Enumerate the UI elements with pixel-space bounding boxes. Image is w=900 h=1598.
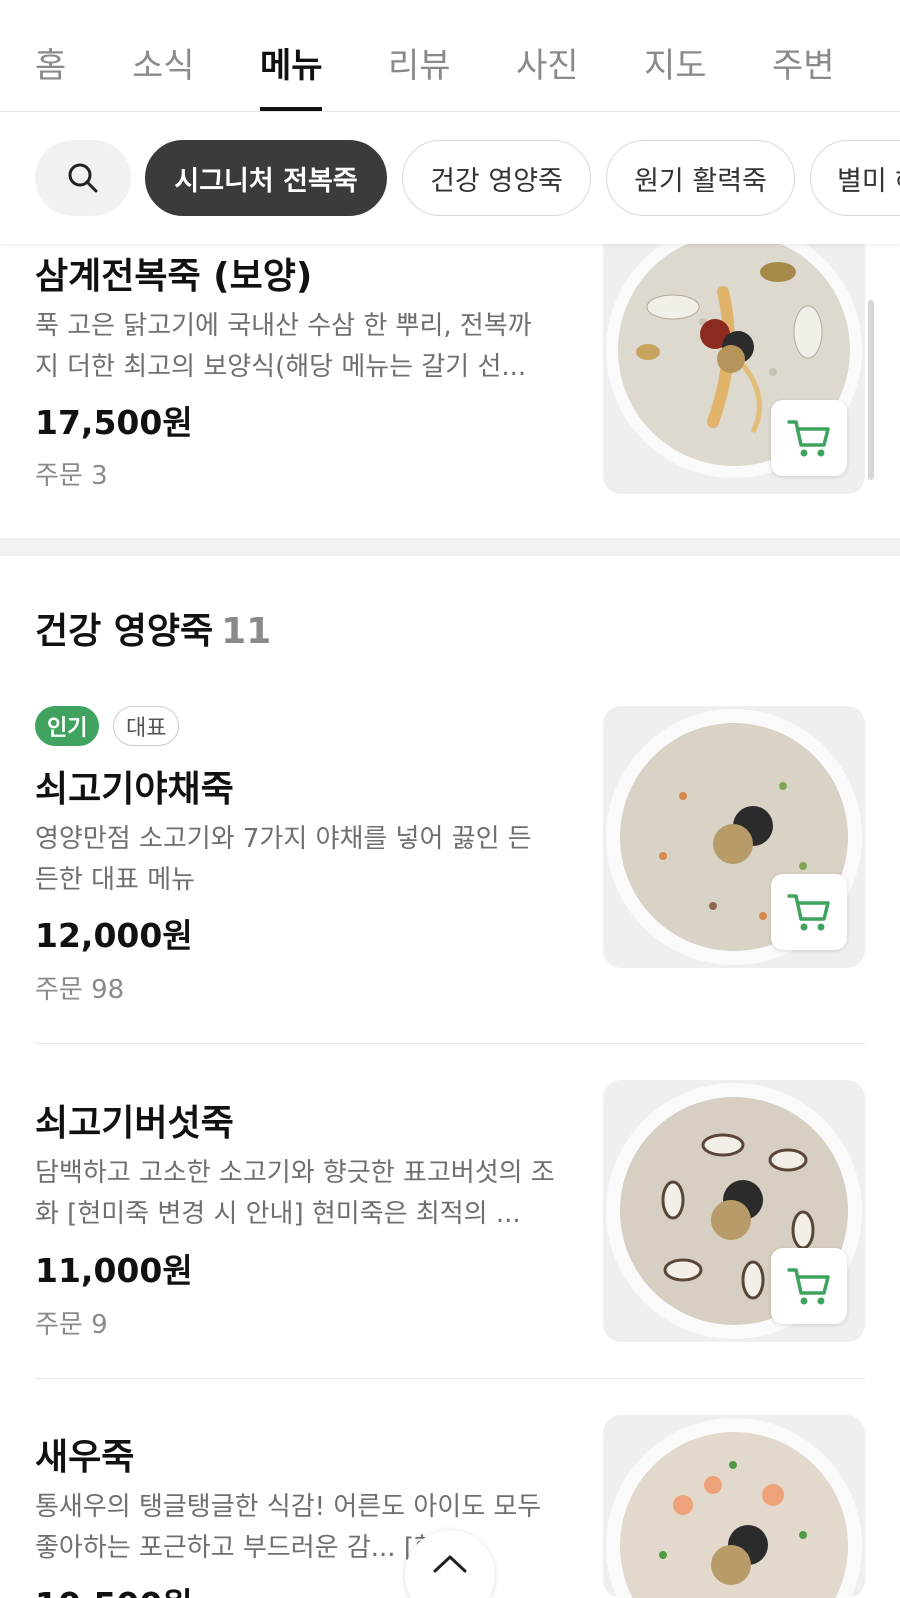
menu-item-name: 쇠고기야채죽 [35, 769, 234, 810]
menu-item-price: 17,500원 [35, 403, 193, 442]
section-title: 건강 영양죽 11 [35, 602, 271, 654]
tab-nearby[interactable]: 주변 [772, 38, 835, 87]
add-to-cart-button[interactable] [771, 400, 847, 476]
menu-item-name: 쇠고기버섯죽 [35, 1103, 234, 1144]
tab-menu[interactable]: 메뉴 [260, 38, 323, 87]
tab-photos[interactable]: 사진 [516, 38, 579, 87]
tab-map[interactable]: 지도 [644, 38, 707, 87]
section-title-text: 건강 영양죽 [35, 611, 214, 652]
section-separator [0, 538, 900, 556]
chip-signature-abalone[interactable]: 시그니처 전복죽 [145, 140, 387, 216]
category-chip-bar: 시그니처 전복죽 건강 영양죽 원기 활력죽 별미 해 [0, 112, 900, 244]
representative-badge: 대표 [113, 706, 180, 746]
chip-specialty[interactable]: 별미 해 [810, 140, 900, 216]
menu-item-price: 10,500원 [35, 1578, 193, 1598]
menu-item-order-count: 주문 98 [35, 975, 125, 1005]
menu-item-order-count: 주문 9 [35, 1310, 108, 1340]
tab-reviews[interactable]: 리뷰 [388, 38, 451, 87]
menu-item-description: 담백하고 고소한 소고기와 향긋한 표고버섯의 조화 [현미죽 변경 시 안내]… [35, 1158, 555, 1229]
chip-healthy-nutrition[interactable]: 건강 영양죽 [402, 140, 591, 216]
section-item-count: 11 [221, 611, 272, 652]
item-divider [35, 1043, 865, 1044]
menu-item-price: 11,000원 [35, 1251, 193, 1290]
menu-item-description: 영양만점 소고기와 7가지 야채를 넣어 끓인 든든한 대표 메뉴 [35, 824, 532, 895]
add-to-cart-button[interactable] [771, 1248, 847, 1324]
menu-item-description: 푹 고은 닭고기에 국내산 수삼 한 뿌리, 전복까지 더한 최고의 보양식(해… [35, 311, 532, 382]
cart-icon [787, 894, 830, 931]
add-to-cart-button[interactable] [771, 874, 847, 950]
chevron-up-icon [433, 1555, 467, 1573]
cart-icon [787, 1268, 830, 1305]
top-tab-bar: 홈 소식 메뉴 리뷰 사진 지도 주변 [0, 0, 900, 112]
menu-item-photo [603, 706, 865, 968]
search-icon [68, 163, 98, 193]
scrollbar[interactable] [868, 300, 874, 480]
chip-energy-boost[interactable]: 원기 활력죽 [606, 140, 795, 216]
popular-badge: 인기 [35, 706, 100, 746]
menu-search-button[interactable] [35, 140, 131, 216]
menu-item-photo [603, 1415, 865, 1598]
menu-item-name: 새우죽 [35, 1437, 135, 1478]
menu-item-photo [603, 232, 865, 494]
menu-item-name: 삼계전복죽 (보양) [35, 256, 313, 297]
menu-item-order-count: 주문 3 [35, 461, 108, 491]
cart-icon [787, 420, 830, 457]
item-divider [35, 1378, 865, 1379]
menu-item-photo [603, 1080, 865, 1342]
tab-news[interactable]: 소식 [132, 38, 195, 87]
shrimp-porridge-image [606, 1418, 862, 1598]
active-tab-indicator [260, 107, 322, 111]
menu-item-price: 12,000원 [35, 916, 193, 955]
tab-home[interactable]: 홈 [35, 38, 66, 87]
